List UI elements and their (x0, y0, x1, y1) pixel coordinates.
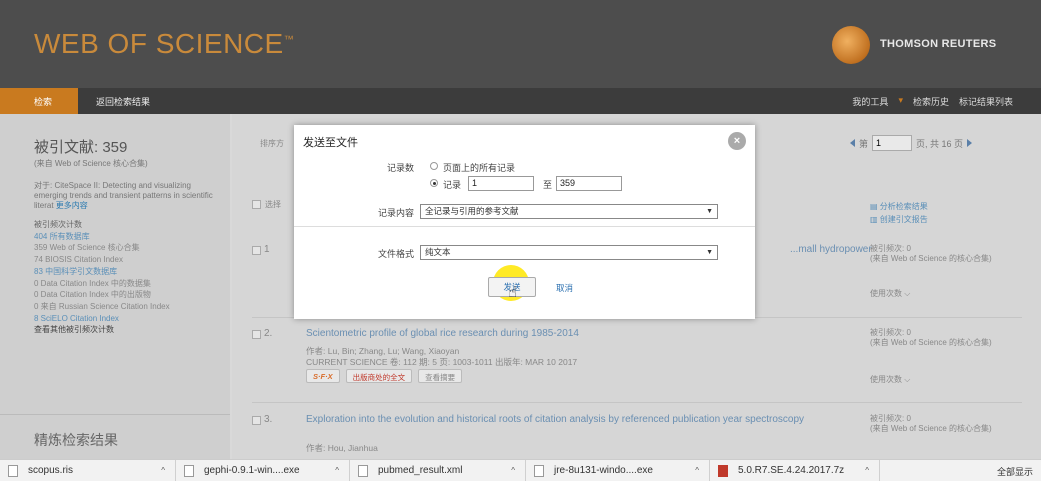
citation-db-item[interactable]: 83 中国科学引文数据库 (34, 266, 230, 278)
record-checkbox[interactable] (252, 416, 261, 425)
refine-results-heading: 精炼检索结果 (34, 432, 118, 448)
pager: 第 页, 共 16 页 (850, 135, 973, 151)
citation-db-item: 0 Data Citation Index 中的出版物 (34, 290, 151, 300)
record-number: 1 (264, 244, 270, 255)
left-sidebar: 被引文献: 359 (来自 Web of Science 核心合集) 对于: C… (0, 114, 230, 459)
file-format-select[interactable]: 纯文本 ▼ (420, 245, 718, 260)
archive-icon (718, 464, 728, 477)
cited-refs-source: (来自 Web of Science 核心合集) (34, 159, 148, 168)
all-page-records-radio[interactable] (430, 162, 438, 170)
download-item[interactable]: jre-8u131-windo....exe ^ (526, 459, 710, 481)
record-title[interactable]: Exploration into the evolution and histo… (306, 414, 826, 426)
usage-count-dropdown[interactable]: 使用次数 ⌵ (870, 288, 910, 299)
chevron-up-icon[interactable]: ^ (335, 466, 339, 475)
file-icon (358, 464, 368, 477)
dropdown-caret-icon: ▾ (898, 95, 903, 105)
download-item[interactable]: pubmed_result.xml ^ (350, 459, 526, 481)
record-content-select[interactable]: 全记录与引用的参考文献 ▼ (420, 204, 718, 219)
record-actions: S·F·X 出版商处的全文 查看摘要 (306, 369, 463, 383)
hand-cursor-icon: ☝ (508, 284, 518, 301)
chevron-up-icon[interactable]: ^ (695, 466, 699, 475)
record-number: 3. (264, 414, 273, 425)
citation-db-item: 0 Data Citation Index 中的数据集 (34, 278, 151, 288)
cited-refs-description: 对于: CiteSpace II: Detecting and visualiz… (34, 181, 213, 210)
cited-refs-count: 被引文献: 359 (34, 139, 128, 156)
record-to-input[interactable]: 359 (556, 176, 622, 191)
back-to-results-link[interactable]: 返回检索结果 (78, 88, 150, 114)
search-history-link[interactable]: 检索历史 (913, 95, 949, 108)
navbar: 检索 返回检索结果 我的工具 ▾ 检索历史 标记结果列表 (0, 88, 1041, 114)
citation-count-list: 被引频次计数 404 所有数据库 359 Web of Science 核心合集… (34, 219, 230, 336)
nav-tools: 我的工具 ▾ 检索历史 标记结果列表 (852, 95, 1013, 108)
record-checkbox[interactable] (252, 330, 261, 339)
page-suffix: 页, 共 16 页 (916, 138, 964, 149)
times-cited: 被引频次: 0 (来自 Web of Science 的核心合集) (870, 328, 992, 347)
citation-db-item: 74 BIOSIS Citation Index (34, 255, 123, 265)
select-all-row: 选择 (252, 199, 281, 210)
record-title[interactable]: Scientometric profile of global rice res… (306, 328, 826, 340)
record-number: 2. (264, 328, 273, 339)
record-journal: CURRENT SCIENCE 卷: 112 期: 5 页: 1003-1011… (306, 357, 578, 367)
marked-list-link[interactable]: 标记结果列表 (959, 95, 1013, 108)
record-checkbox[interactable] (252, 246, 261, 255)
nav-search-tab[interactable]: 检索 (0, 88, 78, 114)
download-bar: scopus.ris ^ gephi-0.9.1-win....exe ^ pu… (0, 459, 1041, 481)
record-content-label: 记录内容 (377, 208, 414, 218)
more-content-link[interactable]: 更多内容 (56, 201, 88, 210)
citation-report-link[interactable]: ▥ 创建引文报告 (870, 213, 928, 226)
usage-count-dropdown[interactable]: 使用次数 ⌵ (870, 374, 910, 385)
file-icon (184, 464, 194, 477)
citation-db-item: 359 Web of Science 核心合集 (34, 243, 140, 253)
analysis-tools: ▤ 分析检索结果 ▥ 创建引文报告 (870, 200, 928, 226)
citation-count-title: 被引频次计数 (34, 220, 82, 229)
download-item[interactable]: gephi-0.9.1-win....exe ^ (176, 459, 350, 481)
to-label: 至 (543, 180, 553, 190)
citation-db-item: 0 来自 Russian Science Citation Index (34, 301, 170, 311)
all-page-records-label: 页面上的所有记录 (443, 163, 516, 173)
sidebar-divider (0, 414, 230, 415)
header: WEB OF SCIENCE™ THOMSON REUTERS (0, 0, 1041, 88)
next-page-icon[interactable] (967, 139, 973, 147)
view-abstract-button[interactable]: 查看摘要 (418, 369, 463, 383)
publisher-name: THOMSON REUTERS (880, 38, 997, 50)
dropdown-caret-icon: ▼ (706, 208, 713, 215)
full-text-button[interactable]: 出版商处的全文 (345, 369, 413, 383)
dialog-title: 发送至文件 (303, 137, 358, 149)
close-icon[interactable]: × (728, 132, 746, 150)
sfx-button[interactable]: S·F·X (306, 369, 340, 383)
dropdown-caret-icon: ▼ (706, 249, 713, 256)
chevron-up-icon[interactable]: ^ (511, 466, 515, 475)
times-cited: 被引频次: 0 (来自 Web of Science 的核心合集) (870, 244, 992, 263)
record-authors: 作者: Hou, Jianhua (306, 443, 378, 453)
file-format-label: 文件格式 (377, 249, 414, 259)
select-label: 选择 (265, 200, 281, 209)
page-prefix: 第 (859, 138, 869, 149)
web-of-science-logo[interactable]: WEB OF SCIENCE™ (34, 28, 294, 60)
file-icon (8, 464, 18, 477)
thomson-reuters-globe-icon (832, 26, 870, 64)
prev-page-icon[interactable] (850, 139, 855, 147)
download-item[interactable]: 5.0.R7.SE.4.24.2017.7z ^ (710, 459, 880, 481)
sort-label[interactable]: 排序方 (260, 138, 284, 149)
record-separator (252, 402, 1022, 403)
my-tools-menu[interactable]: 我的工具 (852, 95, 888, 108)
times-cited: 被引频次: 0 (来自 Web of Science 的核心合集) (870, 414, 992, 433)
chevron-up-icon[interactable]: ^ (161, 466, 165, 475)
citation-db-item[interactable]: 404 所有数据库 (34, 231, 230, 243)
analyze-results-link[interactable]: ▤ 分析检索结果 (870, 200, 928, 213)
dialog-divider (294, 226, 755, 227)
page-number-input[interactable] (872, 135, 913, 151)
download-item[interactable]: scopus.ris ^ (0, 459, 176, 481)
file-icon (534, 464, 544, 477)
records-range-radio[interactable] (430, 179, 438, 187)
citation-db-item[interactable]: 8 SciELO Citation Index (34, 313, 230, 325)
view-other-counts-link[interactable]: 查看其他被引频次计数 (34, 324, 230, 336)
show-all-downloads-link[interactable]: 全部显示 (997, 465, 1033, 478)
records-label: 记录数 (386, 163, 414, 173)
chevron-up-icon[interactable]: ^ (865, 466, 869, 475)
record-from-input[interactable]: 1 (468, 176, 534, 191)
select-all-checkbox[interactable] (252, 200, 261, 209)
records-range-label: 记录 (443, 180, 462, 190)
